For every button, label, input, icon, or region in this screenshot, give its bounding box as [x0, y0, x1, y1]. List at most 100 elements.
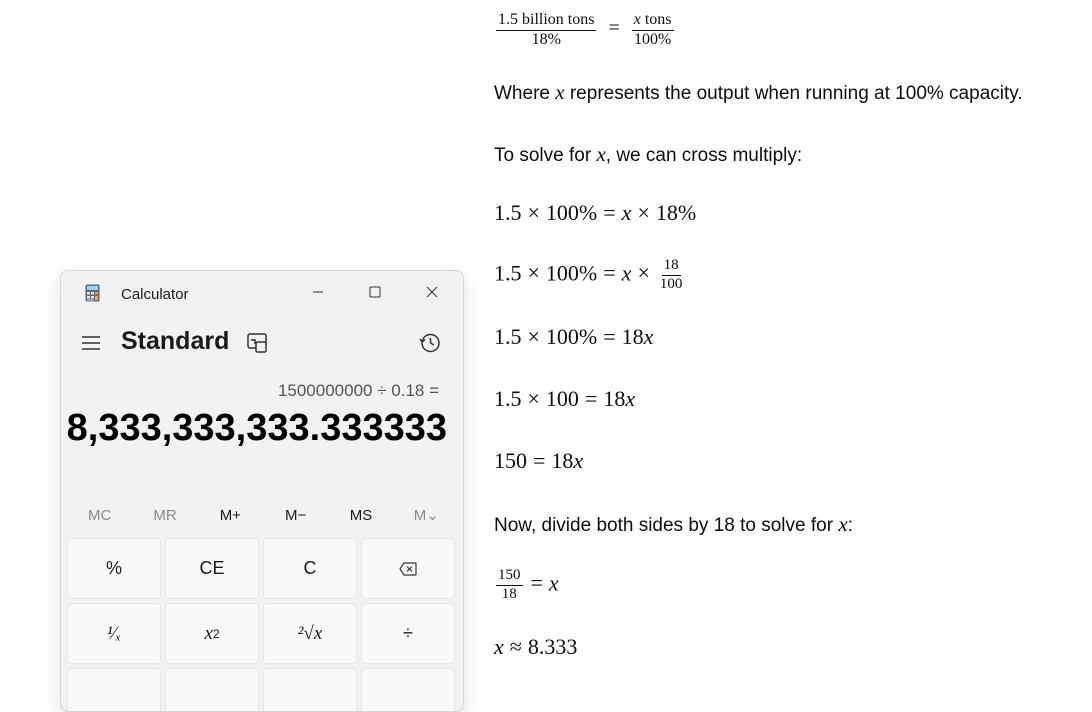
eq3-a: 1.5 — [494, 324, 522, 349]
eq1-a: 1.5 — [494, 200, 522, 225]
solve-pre: To solve for — [494, 145, 597, 166]
clear-entry-button[interactable]: CE — [165, 538, 259, 599]
eq2-fraction: 18 100 — [658, 257, 685, 293]
hamburger-menu-icon[interactable] — [79, 331, 103, 355]
close-icon — [426, 286, 438, 298]
minimize-icon — [313, 291, 323, 293]
percent-button[interactable]: % — [67, 538, 161, 599]
eq7-value: 8.333 — [527, 634, 578, 659]
keypad-row3-key-4[interactable] — [361, 668, 455, 711]
ratio-right-numerator: x tons — [631, 11, 674, 31]
eq2-denominator: 100 — [659, 275, 683, 292]
memory-subtract-button[interactable]: M− — [263, 501, 328, 531]
square-exponent: 2 — [212, 626, 220, 641]
calculator-window: Calculator Standard 1500000000 ÷ 0.18 = … — [60, 270, 464, 712]
eq2-numerator: 18 — [661, 257, 681, 276]
history-icon[interactable] — [418, 331, 442, 355]
solve-post: , we can cross multiply: — [605, 145, 803, 166]
divide-var: x — [838, 512, 848, 536]
ratio-equation: 1.5 billion tons 18% = x tons 100% — [494, 11, 676, 49]
square-button[interactable]: x2 — [165, 603, 259, 664]
eq3-b: 100% — [545, 324, 598, 349]
ratio-left-denominator: 18% — [531, 30, 561, 48]
close-button[interactable] — [409, 277, 455, 307]
eq7-approx: ≈ — [509, 634, 522, 659]
divide-sentence: Now, divide both sides by 18 to solve fo… — [494, 512, 853, 537]
eq2-equals: = — [603, 260, 616, 286]
where-sentence: Where x represents the output when runni… — [494, 80, 1023, 105]
maximize-button[interactable] — [352, 277, 398, 307]
eq1-b: 100% — [545, 200, 598, 225]
eq2-times2: × — [637, 260, 650, 286]
memory-store-button[interactable]: MS — [328, 501, 393, 531]
minimize-button[interactable] — [295, 277, 341, 307]
eq7-x: x — [494, 634, 504, 659]
square-root-label: ²√x — [297, 622, 323, 644]
ratio-left-numerator: 1.5 billion tons — [496, 11, 597, 31]
eq4-times: × — [527, 386, 540, 411]
ratio-var: x — [633, 11, 641, 28]
equation-1: 1.5 × 100% = x × 18% — [494, 200, 696, 226]
ratio-right-denominator: 100% — [633, 30, 672, 48]
calculator-title: Calculator — [121, 286, 189, 303]
calculator-app-icon — [85, 284, 100, 302]
memory-clear-button[interactable]: MC — [67, 501, 132, 531]
memory-recall-button[interactable]: MR — [132, 501, 197, 531]
eq4-equals: = — [584, 386, 598, 411]
keypad-row3-key-2[interactable] — [165, 668, 259, 711]
backspace-icon — [399, 561, 417, 576]
ratio-unit: tons — [640, 11, 672, 28]
eq3-x: x — [643, 324, 654, 349]
reciprocal-label: ¹⁄ₓ — [106, 622, 122, 644]
keep-on-top-icon[interactable] — [245, 331, 269, 355]
eq1-times2: × — [637, 200, 650, 225]
mode-title: Standard — [121, 327, 230, 355]
eq1-c: 18% — [655, 200, 697, 225]
clear-button[interactable]: C — [263, 538, 357, 599]
equation-4: 1.5 × 100 = 18x — [494, 386, 635, 412]
memory-add-button[interactable]: M+ — [198, 501, 263, 531]
square-root-button[interactable]: ²√x — [263, 603, 357, 664]
eq6-fraction: 150 18 — [496, 567, 523, 603]
eq4-c: 18 — [603, 386, 626, 411]
memory-list-button[interactable]: M⌄ — [394, 501, 459, 531]
backspace-button[interactable] — [361, 538, 455, 599]
keypad: % CE C ¹⁄ₓ x2 ²√x ÷ — [67, 538, 459, 711]
eq4-x: x — [625, 386, 636, 411]
eq5-c: 18 — [551, 448, 574, 473]
where-pre: Where — [494, 83, 556, 104]
calculator-titlebar[interactable]: Calculator — [61, 271, 463, 315]
eq2-times: × — [527, 260, 540, 286]
eq4-a: 1.5 — [494, 386, 522, 411]
eq3-equals: = — [603, 324, 616, 349]
ratio-right-fraction: x tons 100% — [631, 11, 674, 49]
eq5-equals: = — [533, 448, 546, 473]
eq4-b: 100 — [545, 386, 579, 411]
eq1-equals: = — [603, 200, 616, 225]
where-var: x — [555, 80, 565, 104]
keypad-row3-key-3[interactable] — [263, 668, 357, 711]
equation-5: 150 = 18x — [494, 448, 583, 474]
keypad-row3-key-1[interactable] — [67, 668, 161, 711]
mode-bar: Standard — [61, 321, 463, 363]
square-base: x — [204, 622, 213, 644]
result-display: 8,333,333,333.333333 — [66, 407, 447, 449]
divide-button[interactable]: ÷ — [361, 603, 455, 664]
eq3-times: × — [527, 324, 540, 349]
eq2-x: x — [621, 260, 632, 286]
eq5-x: x — [573, 448, 584, 473]
memory-row: MC MR M+ M− MS M⌄ — [67, 501, 459, 531]
ratio-left-fraction: 1.5 billion tons 18% — [496, 11, 597, 49]
eq6-equals: = — [530, 570, 543, 596]
equation-6: 150 18 = x — [494, 567, 559, 603]
divide-post: : — [847, 515, 853, 536]
eq2-a: 1.5 — [494, 260, 522, 286]
eq6-numerator: 150 — [496, 567, 523, 586]
solve-var: x — [596, 142, 606, 166]
equation-3: 1.5 × 100% = 18x — [494, 324, 653, 350]
eq1-times: × — [527, 200, 540, 225]
eq6-x: x — [548, 570, 559, 596]
eq6-denominator: 18 — [501, 585, 517, 602]
reciprocal-button[interactable]: ¹⁄ₓ — [67, 603, 161, 664]
expression-display: 1500000000 ÷ 0.18 = — [277, 381, 439, 400]
